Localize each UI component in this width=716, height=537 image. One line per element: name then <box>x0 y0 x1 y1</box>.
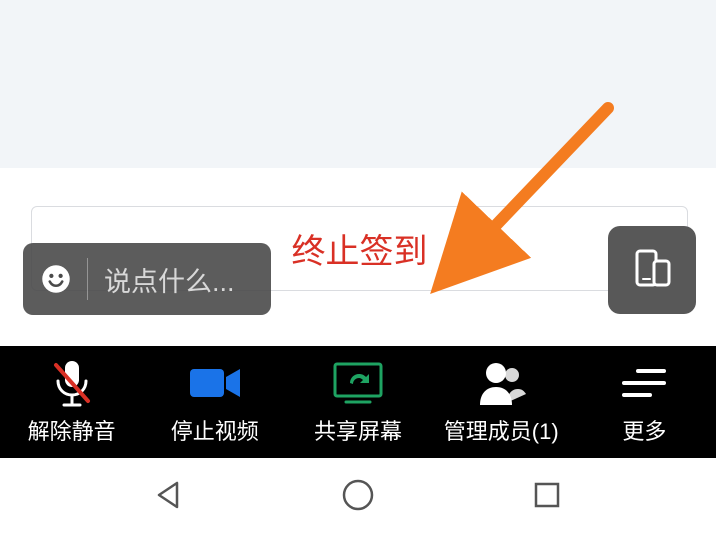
video-area <box>0 0 716 168</box>
app-root: 终止签到 说点什么... <box>0 0 716 537</box>
manage-members-button[interactable]: 管理成员(1) <box>430 346 573 458</box>
nav-home-button[interactable] <box>338 478 378 518</box>
manage-members-label: 管理成员(1) <box>444 414 559 446</box>
unmute-button[interactable]: 解除静音 <box>0 346 143 458</box>
video-icon <box>188 358 242 408</box>
device-icon <box>627 243 677 298</box>
nav-recent-button[interactable] <box>527 478 567 518</box>
microphone-muted-icon <box>50 358 94 408</box>
share-screen-icon <box>332 358 384 408</box>
stop-video-label: 停止视频 <box>171 414 259 446</box>
share-screen-button[interactable]: 共享屏幕 <box>286 346 429 458</box>
stop-video-button[interactable]: 停止视频 <box>143 346 286 458</box>
device-button[interactable] <box>608 226 696 314</box>
emoji-icon <box>41 264 71 294</box>
unmute-label: 解除静音 <box>28 414 116 446</box>
chat-input[interactable]: 说点什么... <box>23 243 271 315</box>
nav-back-button[interactable] <box>149 478 189 518</box>
chat-divider <box>87 258 88 300</box>
triangle-back-icon <box>153 479 185 516</box>
chat-placeholder: 说点什么... <box>104 260 235 299</box>
system-nav-bar <box>0 458 716 537</box>
more-icon <box>620 358 668 408</box>
share-screen-label: 共享屏幕 <box>314 414 402 446</box>
square-recent-icon <box>532 480 562 515</box>
more-label: 更多 <box>622 414 666 446</box>
meeting-toolbar: 解除静音 停止视频 共享屏幕 <box>0 346 716 458</box>
members-icon <box>476 358 526 408</box>
more-button[interactable]: 更多 <box>573 346 716 458</box>
stop-signin-label: 终止签到 <box>292 224 428 273</box>
circle-home-icon <box>341 478 375 517</box>
